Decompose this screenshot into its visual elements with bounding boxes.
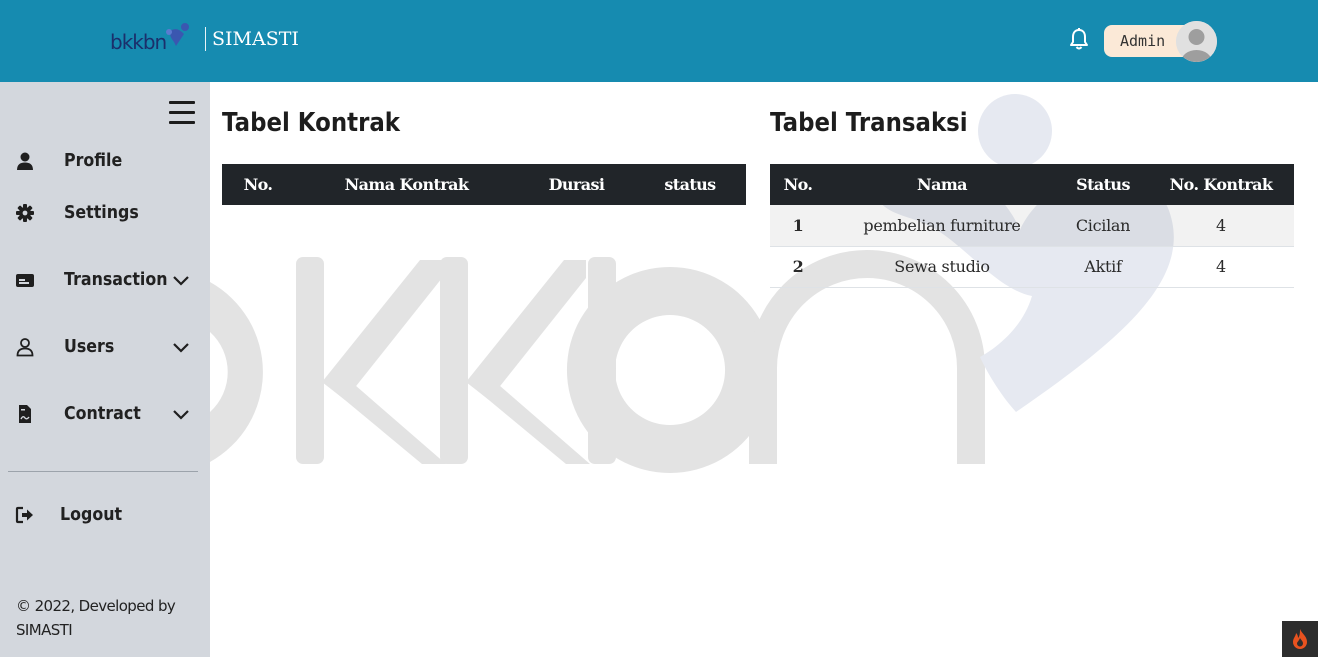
transaksi-panel: Tabel Transaksi (770, 108, 995, 138)
column-header[interactable]: No. (222, 164, 294, 205)
sidebar-item-label: Transaction (64, 269, 168, 290)
bell-icon[interactable] (1068, 27, 1090, 51)
row-kontrak: 4 (1148, 205, 1294, 247)
kontrak-panel: Tabel Kontrak (222, 108, 424, 138)
sidebar-item-profile[interactable]: Profile (0, 141, 210, 181)
column-header[interactable]: Status (1058, 164, 1148, 205)
row-status: Aktif (1058, 246, 1148, 288)
sidebar-item-label: Profile (64, 150, 123, 171)
sidebar-item-users[interactable]: Users (0, 327, 210, 367)
user-outline-icon (16, 338, 34, 357)
user-icon (17, 152, 33, 170)
sidebar-item-settings[interactable]: Settings (0, 193, 210, 233)
hamburger-menu-icon[interactable] (169, 101, 195, 125)
footer-copyright: © 2022, Developed by SIMASTI (16, 597, 176, 639)
transaksi-title: Tabel Transaksi (770, 108, 968, 138)
bkkbn-logo[interactable]: bkkbn (110, 22, 194, 56)
row-number: 2 (770, 246, 826, 288)
card-icon (16, 274, 34, 287)
logout-icon (15, 506, 33, 524)
chevron-down-icon[interactable] (172, 341, 190, 353)
row-number: 1 (770, 205, 826, 247)
column-header[interactable]: No. Kontrak (1148, 164, 1294, 205)
table-row[interactable]: 1 pembelian furniture Cicilan 4 (770, 205, 1294, 247)
top-navbar: bkkbn SIMASTI Admin (0, 0, 1318, 82)
kontrak-table: No. Nama Kontrak Durasi status (222, 164, 746, 205)
chevron-down-icon[interactable] (172, 274, 190, 286)
logout-label: Logout (60, 504, 123, 525)
column-header[interactable]: status (634, 164, 746, 205)
sidebar-item-label: Contract (64, 403, 141, 424)
kontrak-title: Tabel Kontrak (222, 108, 401, 138)
flame-icon (1293, 629, 1307, 649)
row-status: Cicilan (1058, 205, 1148, 247)
sidebar: Profile Settings Transaction Users Contr… (0, 82, 210, 657)
sidebar-item-label: Settings (64, 202, 139, 223)
column-header[interactable]: Nama (826, 164, 1058, 205)
table-header-row: No. Nama Status No. Kontrak (770, 164, 1294, 205)
avatar[interactable] (1176, 21, 1217, 62)
logout-button[interactable]: Logout (0, 495, 210, 535)
sidebar-item-transaction[interactable]: Transaction (0, 260, 210, 300)
logo-text: bkkbn (110, 30, 167, 54)
gear-icon (16, 204, 34, 222)
app-title: SIMASTI (212, 28, 299, 50)
column-header[interactable]: Nama Kontrak (294, 164, 519, 205)
row-kontrak: 4 (1148, 246, 1294, 288)
sidebar-divider (8, 471, 198, 472)
transaksi-table: No. Nama Status No. Kontrak 1 pembelian … (770, 164, 1294, 288)
user-name: Admin (1120, 32, 1166, 50)
row-nama: pembelian furniture (826, 205, 1058, 247)
logo-mark-icon (166, 23, 189, 46)
sidebar-item-contract[interactable]: Contract (0, 394, 210, 434)
row-nama: Sewa studio (826, 246, 1058, 288)
debug-toolbar-button[interactable] (1282, 621, 1318, 657)
chevron-down-icon[interactable] (172, 408, 190, 420)
table-row[interactable]: 2 Sewa studio Aktif 4 (770, 246, 1294, 288)
avatar-icon (1176, 21, 1217, 62)
column-header[interactable]: No. (770, 164, 826, 205)
header-divider (205, 27, 206, 51)
column-header[interactable]: Durasi (519, 164, 634, 205)
sidebar-item-label: Users (64, 336, 115, 357)
table-header-row: No. Nama Kontrak Durasi status (222, 164, 746, 205)
file-contract-icon (19, 405, 31, 423)
